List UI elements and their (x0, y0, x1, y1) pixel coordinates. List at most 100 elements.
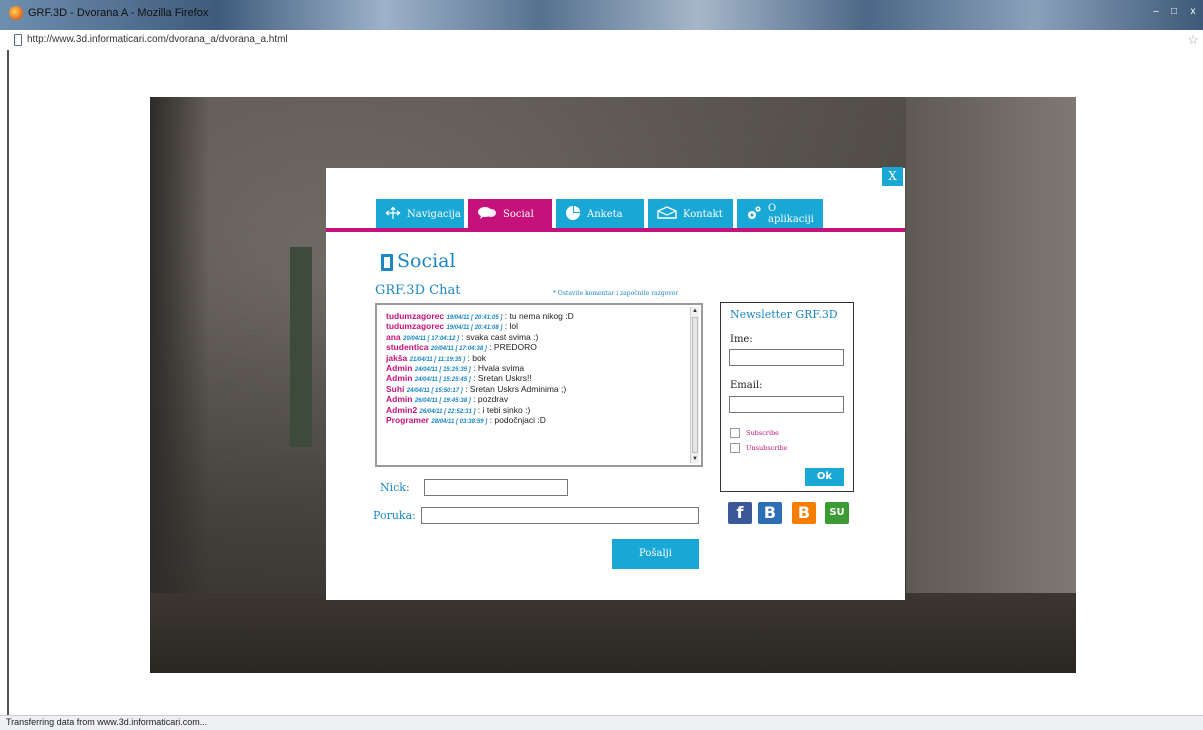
chat-text: : Sretan Uskrs!! (473, 373, 532, 384)
scene-wall (906, 97, 1076, 673)
unsubscribe-checkbox[interactable] (730, 443, 740, 453)
chat-timestamp: 19/04/11 [ 20:41:05 ] (446, 315, 503, 321)
chat-text: : lol (504, 321, 519, 332)
scene-board (290, 247, 312, 447)
chat-message: Admin 26/04/11 [ 19:45:38 ] : pozdrav (386, 394, 686, 404)
tab-label: Kontakt (683, 208, 723, 220)
chat-timestamp: 26/04/11 [ 19:45:38 ] (414, 398, 471, 405)
status-text: Transferring data from www.3d.informatic… (6, 717, 208, 727)
section-title: Social (397, 250, 456, 272)
message-label: Poruka: (373, 509, 416, 522)
chat-message: Admin 24/04/11 [ 15:25:45 ] : Sretan Usk… (386, 373, 686, 383)
book-icon (381, 254, 393, 271)
chat-timestamp: 24/04/11 [ 15:50:17 ] (406, 387, 463, 394)
tab-underline (326, 228, 905, 232)
navigation-arrows-icon (385, 206, 401, 223)
chat-message: jakša 21/04/11 [ 11:19:35 ] : bok (386, 353, 686, 363)
page-icon (14, 34, 22, 46)
chat-message: Programer 28/04/11 [ 03:38:59 ] : podočn… (386, 415, 686, 425)
chat-timestamp: 24/04/11 [ 15:25:45 ] (414, 377, 471, 384)
chat-timestamp: 24/04/11 [ 15:25:35 ] (414, 366, 471, 373)
blogger-b-icon[interactable]: B (758, 502, 782, 524)
scroll-down-icon[interactable]: ▼ (691, 455, 699, 463)
chat-username: Programer (386, 414, 429, 425)
chat-message: Admin 24/04/11 [ 15:25:35 ] : Hvala svim… (386, 363, 686, 373)
envelope-icon (657, 206, 677, 222)
chat-log[interactable]: tudumzagorec 19/04/11 [ 20:41:05 ] : tu … (375, 303, 703, 467)
chat-username: Admin (386, 362, 413, 373)
email-input[interactable] (729, 396, 844, 413)
chat-text: : tu nema nikog :D (504, 311, 574, 321)
chat-text: : podočnjaci :D (489, 414, 546, 425)
status-bar: Transferring data from www.3d.informatic… (0, 715, 1203, 730)
address-bar[interactable]: http://www.3d.informaticari.com/dvorana_… (0, 30, 1203, 51)
tab-social[interactable]: Social (468, 199, 552, 229)
chat-timestamp: 19/04/11 [ 20:41:08 ] (446, 325, 503, 332)
minimize-icon[interactable]: – (1147, 6, 1165, 20)
chat-messages: tudumzagorec 19/04/11 [ 20:41:05 ] : tu … (386, 311, 686, 425)
chat-username: Admin2 (386, 404, 418, 415)
chat-username: tudumzagorec (386, 311, 445, 321)
pie-chart-icon (565, 205, 581, 224)
tab-label: Navigacija (407, 208, 461, 220)
chat-username: Suhi (386, 383, 405, 394)
chat-timestamp: 21/04/11 [ 11:19:35 ] (409, 356, 466, 363)
subscribe-checkbox[interactable] (730, 428, 740, 438)
chat-username: jakša (386, 352, 408, 363)
chat-timestamp: 20/04/11 [ 17:04:38 ] (430, 346, 487, 353)
name-label: Ime: (730, 334, 753, 345)
tab-label: Social (503, 208, 534, 220)
gears-icon (746, 205, 762, 224)
scroll-thumb[interactable] (692, 317, 698, 453)
window-controls: – □ x (1147, 0, 1203, 30)
modal-close-button[interactable]: X (882, 167, 903, 186)
subscribe-label: Subscribe (746, 429, 779, 437)
scroll-up-icon[interactable]: ▲ (691, 307, 699, 315)
scene-shadow (150, 97, 210, 673)
stumbleupon-icon[interactable]: SU (825, 502, 849, 524)
chat-text: : pozdrav (473, 394, 509, 405)
send-button[interactable]: Pošalji (612, 539, 699, 569)
tab-o-aplikaciji[interactable]: O aplikaciji (737, 199, 823, 229)
window-close-icon[interactable]: x (1183, 6, 1203, 20)
page-left-border (7, 50, 9, 715)
chat-title: GRF.3D Chat (375, 283, 461, 298)
chat-text: : i tebi sinko :) (477, 404, 531, 415)
chat-timestamp: 20/04/11 [ 17:04:12 ] (403, 335, 459, 342)
url-text[interactable]: http://www.3d.informaticari.com/dvorana_… (27, 34, 288, 45)
window-title: GRF.3D - Dvorana A - Mozilla Firefox (28, 7, 209, 19)
tab-label: Anketa (587, 208, 623, 220)
chat-hint: * Ostavite komentar i započnite razgovor (553, 290, 679, 297)
blogger-icon[interactable]: B (792, 502, 816, 524)
name-input[interactable] (729, 349, 844, 366)
email-label: Email: (730, 380, 763, 391)
facebook-icon[interactable]: f (728, 502, 752, 524)
speech-bubbles-icon (477, 206, 497, 223)
chat-username: ana (386, 331, 401, 342)
tab-kontakt[interactable]: Kontakt (648, 199, 733, 229)
newsletter-ok-button[interactable]: Ok (805, 468, 844, 486)
chat-scrollbar[interactable]: ▲ ▼ (690, 307, 699, 463)
nick-input[interactable] (424, 479, 568, 496)
chat-timestamp: 26/04/11 [ 22:52:31 ] (419, 408, 476, 415)
tab-anketa[interactable]: Anketa (556, 199, 644, 229)
chat-text: : svaka cast svima :) (461, 331, 539, 342)
newsletter-title: Newsletter GRF.3D (730, 308, 838, 321)
tab-label: O aplikaciji (768, 203, 814, 225)
chat-message: ana 20/04/11 [ 17:04:12 ] : svaka cast s… (386, 332, 686, 342)
chat-username: Admin (386, 373, 413, 384)
unsubscribe-label: Unsubscribe (746, 444, 788, 452)
maximize-icon[interactable]: □ (1165, 6, 1183, 20)
chat-username: Admin (386, 394, 413, 405)
firefox-icon (9, 6, 23, 20)
message-input[interactable] (421, 507, 699, 524)
chat-username: tudumzagorec (386, 321, 445, 332)
chat-message: Suhi 24/04/11 [ 15:50:17 ] : Sretan Uskr… (386, 384, 686, 394)
tab-navigacija[interactable]: Navigacija (376, 199, 464, 229)
chat-text: : Sretan Uskrs Adminima ;) (465, 383, 567, 394)
chat-username: studentica (386, 342, 429, 353)
window-titlebar: GRF.3D - Dvorana A - Mozilla Firefox – □… (0, 0, 1203, 30)
bookmark-star-icon[interactable]: ☆ (1187, 32, 1199, 48)
chat-message: tudumzagorec 19/04/11 [ 20:41:08 ] : lol (386, 321, 686, 331)
chat-text: : Hvala svima (473, 362, 525, 373)
